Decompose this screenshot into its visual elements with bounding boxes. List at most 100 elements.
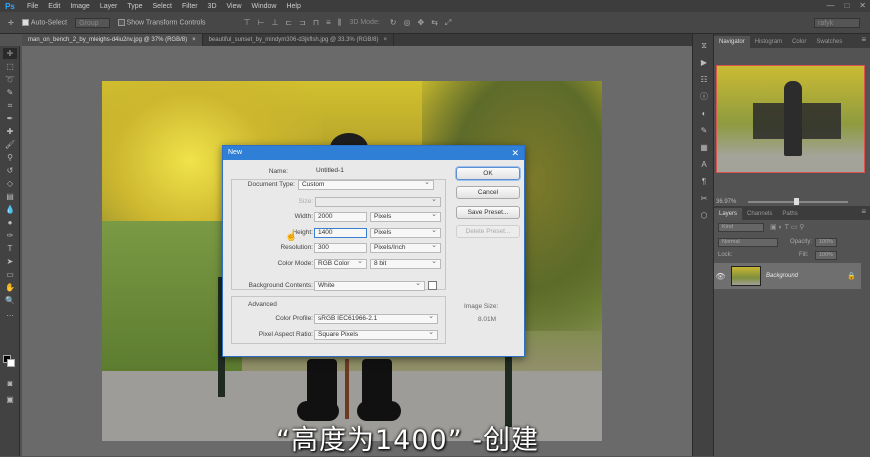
character-panel-icon[interactable]: A <box>697 159 711 170</box>
history-brush-tool-icon[interactable]: ↺ <box>3 165 17 176</box>
background-color-box[interactable] <box>428 281 437 290</box>
menu-3d[interactable]: 3D <box>208 3 217 10</box>
marquee-tool-icon[interactable]: ⬚ <box>3 61 17 72</box>
zoom-value[interactable]: 36.97% <box>716 199 736 205</box>
doc-tab-man-on-bench[interactable]: man_on_bench_2_by_mleighs-d4iu2nv.jpg @ … <box>22 34 203 46</box>
distribute-icon[interactable]: ≡ <box>326 18 331 28</box>
tab-layers[interactable]: Layers <box>714 208 743 220</box>
hand-tool-icon[interactable]: ✋ <box>3 282 17 293</box>
visibility-eye-icon[interactable]: 👁 <box>714 272 727 281</box>
adjustments-panel-icon[interactable]: ◐ <box>697 108 711 119</box>
panel-menu-icon[interactable]: ≡ <box>861 35 866 44</box>
blur-tool-icon[interactable]: 💧 <box>3 204 17 215</box>
size-select[interactable] <box>315 196 441 207</box>
3d-roll-icon[interactable]: ◎ <box>404 18 411 28</box>
auto-select-checkbox[interactable]: Auto-Select <box>21 18 67 26</box>
close-window-button[interactable]: ✕ <box>859 0 866 12</box>
3d-slide-icon[interactable]: ⇆ <box>431 18 438 28</box>
layer-filter-kind[interactable]: Kind <box>718 223 764 232</box>
align-bottom-icon[interactable]: ⊥ <box>271 18 278 28</box>
align-top-icon[interactable]: ⊤ <box>244 18 251 28</box>
background-contents-select[interactable]: White <box>314 280 425 291</box>
more-tools-icon[interactable]: … <box>3 308 17 319</box>
color-profile-select[interactable]: sRGB IEC61966-2.1 <box>314 313 438 324</box>
eraser-tool-icon[interactable]: ◇ <box>3 178 17 189</box>
background-color-swatch[interactable] <box>7 359 15 367</box>
align-left-icon[interactable]: ⊏ <box>285 18 292 28</box>
save-preset-button[interactable]: Save Preset... <box>456 206 520 219</box>
menu-type[interactable]: Type <box>127 3 142 10</box>
width-field[interactable]: 2000 <box>314 212 367 222</box>
zoom-slider-handle[interactable] <box>794 198 799 205</box>
layer-filter-icons[interactable]: ▣ ◐ T ▭ ⚲ <box>770 223 860 235</box>
ok-button[interactable]: OK <box>456 167 520 180</box>
menu-window[interactable]: Window <box>252 3 277 10</box>
zoom-tool-icon[interactable]: 🔍 <box>3 295 17 306</box>
layer-background[interactable]: 👁 Background 🔒 <box>714 263 861 289</box>
resolution-field[interactable]: 300 <box>314 243 367 253</box>
healing-tool-icon[interactable]: ✚ <box>3 126 17 137</box>
tab-color[interactable]: Color <box>787 36 811 48</box>
brush-panel-icon[interactable]: ✎ <box>697 125 711 136</box>
styles-panel-icon[interactable]: ▦ <box>697 142 711 153</box>
menu-select[interactable]: Select <box>153 3 172 10</box>
tab-channels[interactable]: Channels <box>742 208 777 220</box>
info-panel-icon[interactable]: ⓘ <box>697 91 711 102</box>
play-actions-icon[interactable]: ▶ <box>697 57 711 68</box>
3d-panel-icon[interactable]: ⬡ <box>697 210 711 221</box>
menu-edit[interactable]: Edit <box>48 3 60 10</box>
tab-paths[interactable]: Paths <box>777 208 802 220</box>
auto-select-target-dropdown[interactable]: Group <box>75 17 110 28</box>
delete-preset-button[interactable]: Delete Preset... <box>456 225 520 238</box>
pixel-aspect-select[interactable]: Square Pixels <box>314 329 438 340</box>
height-field[interactable]: 1400 <box>314 228 367 238</box>
name-field[interactable]: Untitled-1 <box>313 167 441 177</box>
type-tool-icon[interactable]: T <box>3 243 17 254</box>
menu-filter[interactable]: Filter <box>182 3 198 10</box>
opacity-field[interactable]: 100% <box>815 238 837 247</box>
3d-scale-icon[interactable]: ⤢ <box>445 18 451 28</box>
history-panel-icon[interactable]: ⧖ <box>697 40 711 51</box>
bit-depth-select[interactable]: 8 bit <box>370 258 441 269</box>
align-center-icon[interactable]: ⊐ <box>299 18 306 28</box>
color-mode-select[interactable]: RGB Color <box>314 258 367 269</box>
doc-tab-sunset[interactable]: beautiful_sunset_by_mindym306-d3jkflsh.j… <box>203 34 394 46</box>
clone-stamp-tool-icon[interactable]: ⚲ <box>3 152 17 163</box>
menu-file[interactable]: File <box>27 3 38 10</box>
maximize-button[interactable]: □ <box>844 0 849 12</box>
close-tab-icon[interactable]: × <box>192 37 196 43</box>
fill-field[interactable]: 100% <box>815 251 837 260</box>
properties-panel-icon[interactable]: ☷ <box>697 74 711 85</box>
navigator-thumbnail[interactable] <box>716 65 865 173</box>
workspace-search-field[interactable]: rafyk <box>814 18 860 28</box>
height-unit-select[interactable]: Pixels <box>370 227 441 238</box>
cancel-button[interactable]: Cancel <box>456 186 520 199</box>
align-middle-icon[interactable]: ⊢ <box>257 18 264 28</box>
distribute-h-icon[interactable]: ⫼ <box>338 18 342 28</box>
move-tool-icon[interactable]: ✛ <box>3 48 17 59</box>
menu-image[interactable]: Image <box>70 3 89 10</box>
align-right-icon[interactable]: ⊓ <box>313 18 319 28</box>
menu-layer[interactable]: Layer <box>100 3 118 10</box>
brush-tool-icon[interactable]: 🖌 <box>3 139 17 150</box>
blend-mode-select[interactable]: Normal <box>718 238 778 247</box>
menu-help[interactable]: Help <box>286 3 300 10</box>
lasso-tool-icon[interactable]: ➰ <box>3 74 17 85</box>
paragraph-panel-icon[interactable]: ¶ <box>697 176 711 187</box>
3d-pan-icon[interactable]: ✥ <box>417 18 424 28</box>
tab-histogram[interactable]: Histogram <box>750 36 787 48</box>
document-type-select[interactable]: Custom <box>298 179 434 190</box>
3d-rotate-icon[interactable]: ↻ <box>390 18 397 28</box>
width-unit-select[interactable]: Pixels <box>370 211 441 222</box>
pen-tool-icon[interactable]: ✑ <box>3 230 17 241</box>
shape-tool-icon[interactable]: ▭ <box>3 269 17 280</box>
crop-tool-icon[interactable]: ⌗ <box>3 100 17 111</box>
minimize-button[interactable]: — <box>826 0 834 12</box>
quick-mask-icon[interactable]: ◙ <box>3 378 17 389</box>
resolution-unit-select[interactable]: Pixels/Inch <box>370 242 441 253</box>
screen-mode-icon[interactable]: ▣ <box>3 394 17 405</box>
show-transform-checkbox[interactable]: Show Transform Controls <box>117 18 206 26</box>
tab-swatches[interactable]: Swatches <box>811 36 847 48</box>
layers-menu-icon[interactable]: ≡ <box>861 207 866 216</box>
dialog-close-icon[interactable]: ✕ <box>511 146 519 160</box>
